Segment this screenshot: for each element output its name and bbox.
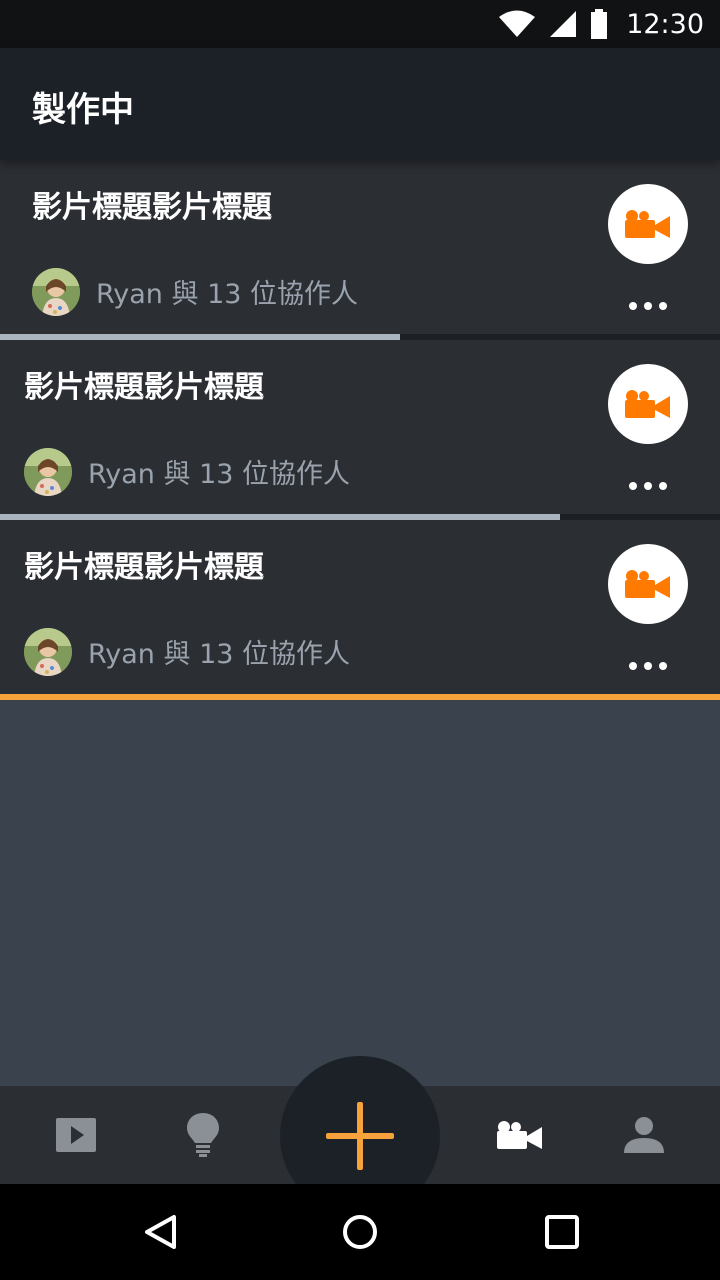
back-icon	[145, 1215, 176, 1249]
signal-icon	[550, 11, 577, 37]
video-camera-icon	[625, 210, 670, 238]
collaborators-text: Ryan 與 13 位協作人	[96, 279, 359, 310]
progress-fill	[0, 694, 720, 700]
project-card[interactable]: 影片標題影片標題 Ryan 與 13 位協作人	[0, 520, 720, 694]
project-card[interactable]: 影片標題影片標題 Ryan 與 13 位協作人	[0, 160, 720, 334]
more-icon	[629, 662, 667, 670]
avatar	[32, 268, 80, 316]
battery-icon	[591, 9, 608, 39]
more-icon	[629, 302, 667, 310]
video-camera-icon	[497, 1121, 542, 1149]
record-video-button[interactable]	[608, 184, 688, 264]
video-camera-icon	[625, 570, 670, 598]
page-title: 製作中	[32, 90, 134, 130]
nav-item-profile[interactable]	[594, 1086, 694, 1184]
avatar	[24, 628, 72, 676]
project-card[interactable]: 影片標題影片標題 Ryan 與 13 位協作人	[0, 340, 720, 514]
back-button[interactable]	[130, 1202, 190, 1262]
status-bar: 12:30	[0, 0, 720, 48]
home-button[interactable]	[330, 1202, 390, 1262]
nav-item-projects[interactable]	[470, 1086, 570, 1184]
more-icon	[629, 482, 667, 490]
collaborators-text: Ryan 與 13 位協作人	[88, 459, 351, 490]
recents-button[interactable]	[532, 1202, 592, 1262]
add-icon	[326, 1102, 394, 1170]
recents-icon	[545, 1215, 579, 1249]
lightbulb-icon	[187, 1113, 219, 1157]
project-title: 影片標題影片標題	[24, 550, 264, 585]
app-bar: 製作中	[0, 48, 720, 160]
person-icon	[624, 1117, 664, 1153]
progress-bar	[0, 694, 720, 700]
play-icon	[56, 1118, 96, 1152]
nav-item-ideas[interactable]	[153, 1086, 253, 1184]
home-icon	[343, 1215, 377, 1249]
status-icons: 12:30	[498, 0, 704, 48]
screen: 12:30 製作中 影片標題影片標題 Ryan 與 13 位協作人 影片標題影片…	[0, 0, 720, 1280]
collaborators-text: Ryan 與 13 位協作人	[88, 639, 351, 670]
video-camera-icon	[625, 390, 670, 418]
record-video-button[interactable]	[608, 544, 688, 624]
record-video-button[interactable]	[608, 364, 688, 444]
system-nav-bar	[0, 1184, 720, 1280]
wifi-icon	[499, 10, 536, 37]
status-time: 12:30	[626, 8, 704, 40]
more-options-button[interactable]	[608, 474, 688, 498]
project-title: 影片標題影片標題	[32, 190, 272, 225]
avatar	[24, 448, 72, 496]
more-options-button[interactable]	[608, 294, 688, 318]
nav-item-play[interactable]	[26, 1086, 126, 1184]
more-options-button[interactable]	[608, 654, 688, 678]
project-title: 影片標題影片標題	[24, 370, 264, 405]
